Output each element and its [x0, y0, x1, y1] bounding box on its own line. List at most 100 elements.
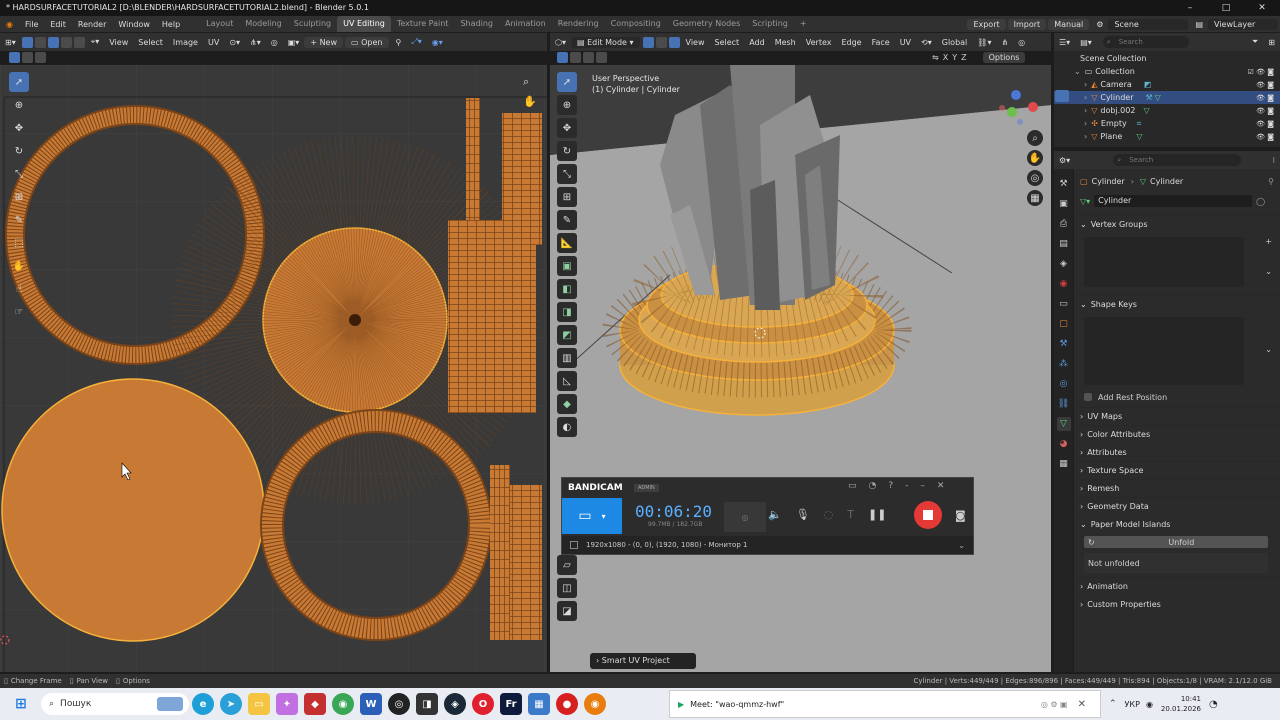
- manual-button[interactable]: Manual: [1048, 18, 1090, 30]
- meet-close-icon[interactable]: ✕: [1078, 699, 1086, 710]
- outliner-row-dobj[interactable]: › ▽ dobj.002 ▽ 👁 ◙: [1054, 104, 1280, 117]
- settings-icon[interactable]: ◔: [869, 481, 877, 491]
- viewport-canvas[interactable]: [550, 65, 1051, 672]
- pause-icon[interactable]: ❚❚: [868, 508, 886, 521]
- webcam-icon[interactable]: ◎: [724, 502, 766, 532]
- import-button[interactable]: Import: [1007, 18, 1047, 30]
- outliner-editor-icon[interactable]: ☰▾: [1054, 38, 1075, 47]
- transform-tool-icon[interactable]: ⊞: [9, 187, 29, 207]
- island-select-icon[interactable]: [73, 36, 85, 48]
- select-box-mode-icon[interactable]: [9, 52, 20, 63]
- tab-modeling[interactable]: Modeling: [239, 16, 287, 32]
- mode-selector[interactable]: ▤ Edit Mode ▾: [571, 36, 640, 48]
- vertex-select-icon[interactable]: [34, 36, 46, 48]
- folder-icon[interactable]: ▭: [848, 481, 857, 491]
- annotate-tool-icon[interactable]: ✎: [9, 210, 29, 230]
- remesh-panel[interactable]: › Remesh: [1074, 479, 1280, 497]
- text-overlay-icon[interactable]: T: [847, 508, 854, 521]
- loop-cut-tool-icon[interactable]: ▥: [557, 348, 577, 368]
- plane-visibility-icons[interactable]: 👁 ◙: [1256, 133, 1274, 141]
- shape-keys-panel[interactable]: ⌄ Shape Keys: [1074, 295, 1280, 313]
- overlay-icon[interactable]: ◉▾: [427, 38, 448, 47]
- knife-tool-icon[interactable]: ◺: [557, 371, 577, 391]
- opera-icon[interactable]: O: [472, 693, 494, 715]
- face-select-icon[interactable]: [60, 36, 72, 48]
- outliner-row-cylinder[interactable]: › ▽ Cylinder ⚒ ▽ 👁 ◙: [1054, 91, 1280, 104]
- new-image-button[interactable]: + New: [304, 36, 344, 48]
- export-button[interactable]: Export: [967, 18, 1006, 30]
- vertex-groups-panel[interactable]: ⌄ Vertex Groups: [1074, 215, 1280, 233]
- mesh-name-field[interactable]: Cylinder: [1094, 195, 1253, 207]
- viewport-proportional-icon[interactable]: ◎: [1013, 38, 1030, 47]
- outliner-row-plane[interactable]: › ▽ Plane ▽ 👁 ◙: [1054, 130, 1280, 143]
- source-checkbox[interactable]: [570, 541, 578, 549]
- extend-mode-icon[interactable]: [22, 52, 33, 63]
- bandicam-taskbar-icon[interactable]: ●: [556, 693, 578, 715]
- custom-properties-panel[interactable]: › Custom Properties: [1074, 595, 1280, 613]
- help-icon[interactable]: ?: [888, 481, 893, 491]
- cursor-effect-icon[interactable]: ◌: [824, 508, 834, 521]
- tab-sculpting[interactable]: Sculpting: [288, 16, 337, 32]
- vertex-group-menu-icon[interactable]: ⌄: [1265, 267, 1272, 276]
- gallery-icon[interactable]: ▦: [528, 693, 550, 715]
- expand-arrow-icon[interactable]: ›: [1084, 93, 1087, 102]
- scene-selector[interactable]: Scene: [1108, 18, 1189, 30]
- expand-arrow-icon[interactable]: ›: [1084, 106, 1087, 115]
- view-layer-tab-icon[interactable]: ▤: [1057, 237, 1071, 251]
- sync-selection-icon[interactable]: [21, 36, 33, 48]
- cursor-tool-icon[interactable]: ⊕: [9, 95, 29, 115]
- animation-panel[interactable]: › Animation: [1074, 577, 1280, 595]
- fresco-icon[interactable]: Fr: [500, 693, 522, 715]
- data-tab-icon[interactable]: ▽: [1056, 417, 1071, 431]
- uv-select-menu[interactable]: Select: [133, 38, 168, 47]
- pan-icon[interactable]: ✋: [523, 95, 537, 108]
- pin-icon[interactable]: ⚲: [391, 38, 407, 47]
- orientation-icon[interactable]: ⟲▾: [916, 38, 937, 47]
- uv-image-menu[interactable]: Image: [168, 38, 203, 47]
- vp-transform-tool-icon[interactable]: ⊞: [557, 187, 577, 207]
- extrude-tool-icon[interactable]: ◧: [557, 279, 577, 299]
- vp-face-menu[interactable]: Face: [867, 38, 895, 47]
- tab-texture-paint[interactable]: Texture Paint: [391, 16, 455, 32]
- vertex-mode-icon[interactable]: [642, 36, 654, 48]
- menu-help[interactable]: Help: [156, 20, 186, 29]
- texture-space-panel[interactable]: › Texture Space: [1074, 461, 1280, 479]
- bandicam-close-icon[interactable]: ✕: [937, 481, 945, 491]
- tray-chevron-icon[interactable]: ⌃: [1109, 699, 1117, 709]
- tab-scripting[interactable]: Scripting: [746, 16, 794, 32]
- viewport-editor-type-icon[interactable]: ⬡▾: [550, 38, 571, 47]
- vp-move-tool-icon[interactable]: ✥: [557, 118, 577, 138]
- add-rest-checkbox[interactable]: [1084, 393, 1092, 401]
- file-explorer-icon[interactable]: ▭: [248, 693, 270, 715]
- obs-icon[interactable]: ◎: [388, 693, 410, 715]
- tab-rendering[interactable]: Rendering: [552, 16, 605, 32]
- bandicam-minimize-icon[interactable]: -: [905, 481, 908, 491]
- dobj-visibility-icons[interactable]: 👁 ◙: [1256, 107, 1274, 115]
- outliner-row-scene-collection[interactable]: Scene Collection: [1054, 52, 1280, 65]
- select-tool-icon[interactable]: ➚: [9, 72, 29, 92]
- mode-dropdown-icon[interactable]: ▾: [602, 512, 606, 521]
- ortho-view-icon[interactable]: ▦: [1027, 190, 1043, 206]
- viewport-snap-icon[interactable]: ⋔: [996, 38, 1013, 47]
- microphone-icon[interactable]: 🎙: [796, 508, 810, 521]
- spin-tool-icon[interactable]: ◐: [557, 417, 577, 437]
- sticky-mode-icon[interactable]: ⌖▾: [86, 37, 105, 47]
- gizmo-icon[interactable]: ⤢▾: [406, 37, 426, 47]
- object-tab-icon[interactable]: ▢: [1057, 317, 1071, 331]
- unfold-button[interactable]: ↻ Unfold: [1084, 536, 1268, 548]
- expand-arrow-icon[interactable]: ›: [1084, 80, 1087, 89]
- camera-visibility-icons[interactable]: 👁 ◙: [1256, 81, 1274, 89]
- vp-uv-menu[interactable]: UV: [895, 38, 916, 47]
- mesh-datablock-icon[interactable]: ▽▾: [1080, 197, 1090, 206]
- vp-select-box-icon[interactable]: [557, 52, 568, 63]
- cylinder-visibility-icons[interactable]: 👁 ◙: [1256, 94, 1274, 102]
- relax-tool-icon[interactable]: ☝: [9, 279, 29, 299]
- fake-user-icon[interactable]: ◯: [1256, 197, 1265, 206]
- vp-subtract-icon[interactable]: [583, 52, 594, 63]
- render-tab-icon[interactable]: ▣: [1057, 197, 1071, 211]
- outliner-row-camera[interactable]: › ◭ Camera ◩ 👁 ◙: [1054, 78, 1280, 91]
- properties-search[interactable]: ⌕ Search: [1113, 154, 1242, 166]
- screenshot-icon[interactable]: ◙: [955, 509, 966, 522]
- tab-compositing[interactable]: Compositing: [605, 16, 667, 32]
- inset-tool-icon[interactable]: ◨: [557, 302, 577, 322]
